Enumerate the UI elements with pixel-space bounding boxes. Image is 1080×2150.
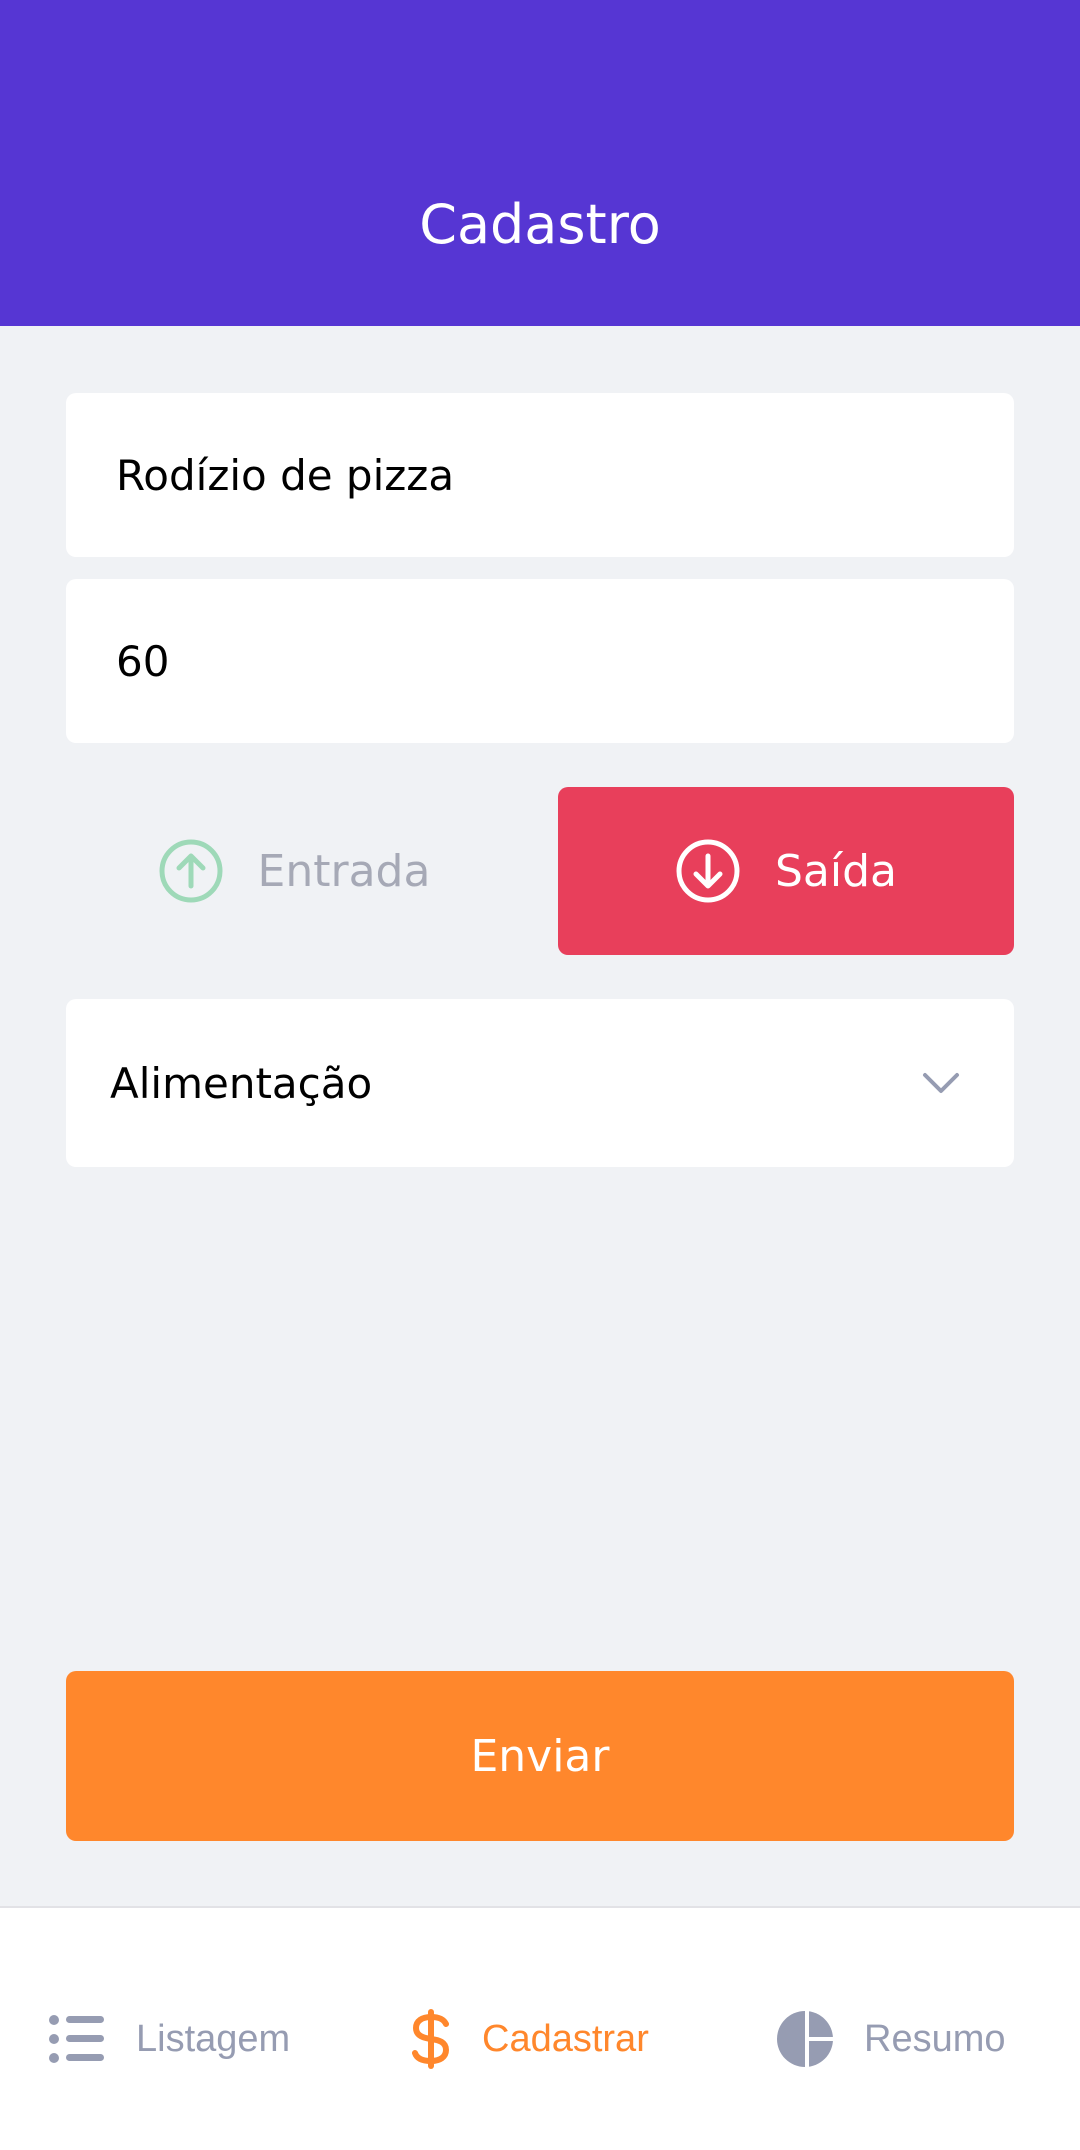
price-input[interactable]: 60 (66, 579, 1014, 743)
dollar-icon (410, 2009, 452, 2069)
chevron-down-icon (922, 1071, 960, 1095)
income-type-button[interactable]: Entrada (66, 787, 522, 955)
tab-cadastrar[interactable]: Cadastrar (410, 2004, 649, 2074)
submit-button[interactable]: Enviar (66, 1671, 1014, 1841)
income-type-label: Entrada (257, 845, 431, 897)
tab-listagem-label: Listagem (136, 2017, 291, 2060)
tab-resumo[interactable]: Resumo (776, 2004, 1006, 2074)
page-title: Cadastro (419, 193, 661, 256)
arrow-down-circle-icon (675, 838, 741, 904)
outcome-type-label: Saída (774, 845, 897, 897)
outcome-type-button[interactable]: Saída (558, 787, 1014, 955)
category-select-value: Alimentação (110, 1058, 373, 1108)
tab-cadastrar-label: Cadastrar (482, 2017, 649, 2060)
header: Cadastro (0, 0, 1080, 326)
name-input[interactable]: Rodízio de pizza (66, 393, 1014, 557)
list-icon (48, 2014, 106, 2064)
category-select[interactable]: Alimentação (66, 999, 1014, 1167)
arrow-up-circle-icon (158, 838, 224, 904)
tab-listagem[interactable]: Listagem (48, 2004, 290, 2074)
tab-resumo-label: Resumo (864, 2017, 1006, 2060)
pie-chart-icon (776, 2010, 834, 2068)
name-input-value: Rodízio de pizza (116, 450, 455, 500)
bottom-tab-bar: Listagem Cadastrar Resumo (0, 1906, 1080, 2150)
price-input-value: 60 (116, 636, 170, 686)
